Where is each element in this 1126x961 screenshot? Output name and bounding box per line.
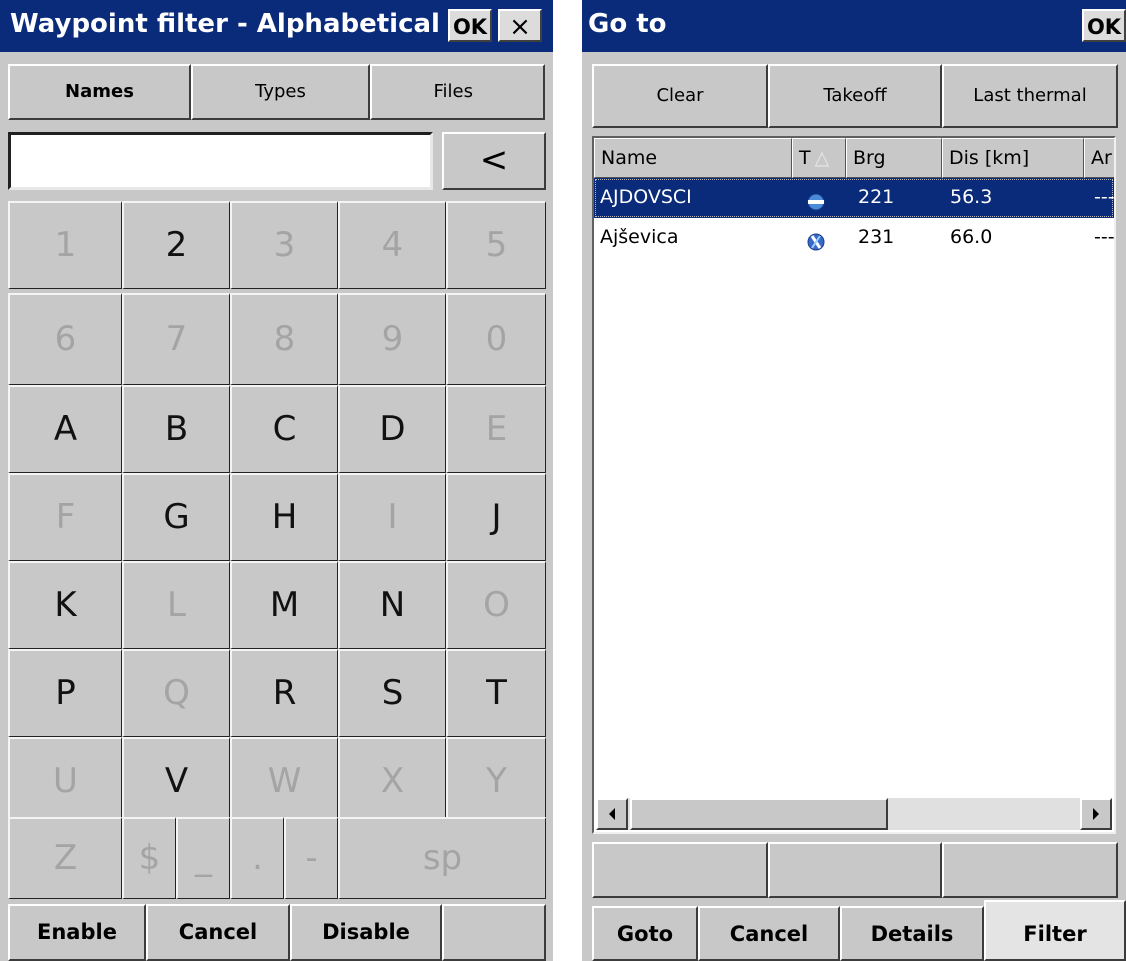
bearing-value: 231	[858, 226, 895, 248]
key-8[interactable]: 8	[230, 293, 338, 385]
empty-button	[442, 904, 546, 961]
key-p[interactable]: P	[8, 649, 122, 737]
disable-button[interactable]: Disable	[290, 904, 442, 961]
tab-files[interactable]: Files	[370, 64, 545, 120]
dialog-title: Go to	[588, 9, 667, 39]
key-r[interactable]: R	[230, 649, 338, 737]
bearing-value: 221	[858, 186, 895, 208]
key-space[interactable]: sp	[338, 817, 546, 899]
details-button[interactable]: Details	[840, 906, 984, 961]
key-dot[interactable]: .	[230, 817, 284, 899]
filter-text-input[interactable]	[8, 132, 433, 190]
goto-button[interactable]: Goto	[592, 906, 698, 961]
key-g[interactable]: G	[122, 473, 230, 561]
distance-value: 66.0	[950, 226, 993, 248]
key-f[interactable]: F	[8, 473, 122, 561]
horizontal-scrollbar[interactable]	[596, 798, 1112, 830]
key-z[interactable]: Z	[8, 817, 122, 899]
column-label: Dis [km]	[949, 147, 1030, 169]
key-underscore[interactable]: _	[176, 817, 230, 899]
goto-dialog: Go to OK Clear Takeoff Last thermal Name…	[582, 0, 1126, 961]
list-row[interactable]: AJDOVSCI 221 56.3 ---	[594, 178, 1114, 218]
key-y[interactable]: Y	[446, 737, 546, 825]
takeoff-button[interactable]: Takeoff	[768, 64, 942, 128]
key-n[interactable]: N	[338, 561, 446, 649]
key-v[interactable]: V	[122, 737, 230, 825]
key-d[interactable]: D	[338, 385, 446, 473]
distance-value: 56.3	[950, 186, 993, 208]
tab-types[interactable]: Types	[191, 64, 370, 120]
key-7[interactable]: 7	[122, 293, 230, 385]
column-header-altitude[interactable]: Ar	[1084, 138, 1114, 178]
key-dollar[interactable]: $	[122, 817, 176, 899]
key-b[interactable]: B	[122, 385, 230, 473]
altitude-value: ---	[1094, 186, 1115, 208]
ok-button[interactable]: OK	[448, 9, 492, 42]
waypoint-filter-dialog: Waypoint filter - Alphabetical OK × Name…	[0, 0, 553, 961]
key-9[interactable]: 9	[338, 293, 446, 385]
key-3[interactable]: 3	[230, 201, 338, 289]
key-t[interactable]: T	[446, 649, 546, 737]
blank-button	[768, 842, 942, 898]
cancel-button[interactable]: Cancel	[698, 906, 840, 961]
column-label: T	[799, 147, 811, 169]
enable-button[interactable]: Enable	[8, 904, 146, 961]
column-header-bearing[interactable]: Brg	[846, 138, 942, 178]
key-m[interactable]: M	[230, 561, 338, 649]
scroll-right-icon[interactable]	[1080, 798, 1112, 830]
key-o[interactable]: O	[446, 561, 546, 649]
ok-button[interactable]: OK	[1082, 9, 1126, 42]
key-i[interactable]: I	[338, 473, 446, 561]
list-row[interactable]: Ajševica 231 66.0 ---	[594, 218, 1114, 258]
last-thermal-button[interactable]: Last thermal	[942, 64, 1118, 128]
key-j[interactable]: J	[446, 473, 546, 561]
clear-button[interactable]: Clear	[592, 64, 768, 128]
cancel-button[interactable]: Cancel	[146, 904, 290, 961]
filter-button[interactable]: Filter	[984, 900, 1126, 961]
key-1[interactable]: 1	[8, 201, 122, 289]
scrollbar-thumb[interactable]	[630, 798, 888, 830]
column-label: Brg	[853, 147, 886, 169]
key-q[interactable]: Q	[122, 649, 230, 737]
dialog-title: Waypoint filter - Alphabetical	[10, 9, 440, 39]
key-6[interactable]: 6	[8, 293, 122, 385]
key-dash[interactable]: -	[284, 817, 338, 899]
close-icon[interactable]: ×	[498, 9, 542, 42]
title-bar: Go to OK	[582, 0, 1126, 52]
key-0[interactable]: 0	[446, 293, 546, 385]
waypoint-list[interactable]: Name T △ Brg Dis [km] Ar AJDOVSCI 221 56.…	[592, 136, 1116, 834]
key-s[interactable]: S	[338, 649, 446, 737]
column-header-type[interactable]: T △	[792, 138, 846, 178]
key-l[interactable]: L	[122, 561, 230, 649]
column-header-name[interactable]: Name	[594, 138, 792, 178]
key-e[interactable]: E	[446, 385, 546, 473]
blank-button	[942, 842, 1118, 898]
column-label: Ar	[1091, 147, 1112, 169]
key-c[interactable]: C	[230, 385, 338, 473]
blank-button	[592, 842, 768, 898]
waypoint-name: Ajševica	[600, 226, 679, 248]
waypoint-name: AJDOVSCI	[600, 186, 692, 208]
scroll-left-icon[interactable]	[596, 798, 628, 830]
key-u[interactable]: U	[8, 737, 122, 825]
key-2[interactable]: 2	[122, 201, 230, 289]
key-x[interactable]: X	[338, 737, 446, 825]
landing-field-icon	[806, 227, 826, 265]
key-k[interactable]: K	[8, 561, 122, 649]
backspace-button[interactable]: <	[442, 132, 546, 190]
key-h[interactable]: H	[230, 473, 338, 561]
column-header-distance[interactable]: Dis [km]	[942, 138, 1084, 178]
key-a[interactable]: A	[8, 385, 122, 473]
altitude-value: ---	[1094, 226, 1115, 248]
key-4[interactable]: 4	[338, 201, 446, 289]
key-w[interactable]: W	[230, 737, 338, 825]
sort-ascending-icon: △	[814, 147, 830, 169]
title-bar: Waypoint filter - Alphabetical OK ×	[0, 0, 553, 52]
tab-names[interactable]: Names	[8, 64, 191, 120]
column-label: Name	[601, 147, 658, 169]
key-5[interactable]: 5	[446, 201, 546, 289]
